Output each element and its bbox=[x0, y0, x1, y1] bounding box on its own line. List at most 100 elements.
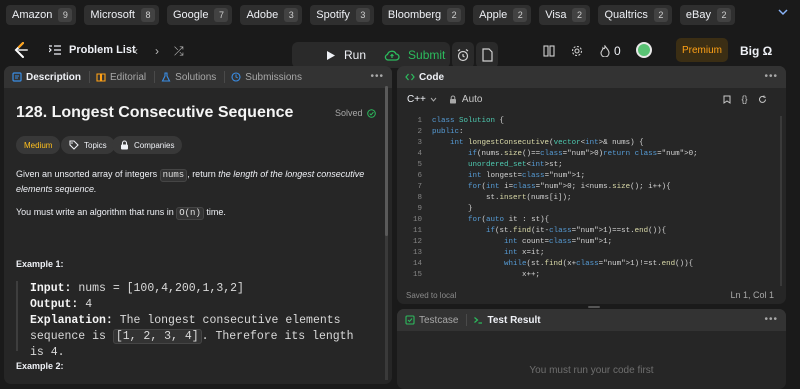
company-tag[interactable]: eBay 2 bbox=[679, 5, 735, 25]
code-line: if(nums.size()==class="num">0)return cla… bbox=[468, 150, 698, 158]
company-tag-name: Bloomberg bbox=[387, 9, 442, 21]
chevron-down-icon[interactable] bbox=[776, 5, 790, 19]
submit-button[interactable]: Submit bbox=[376, 42, 445, 68]
company-tag[interactable]: Qualtrics 2 bbox=[598, 5, 672, 25]
layout-icon[interactable] bbox=[543, 45, 555, 57]
tab-description-label: Description bbox=[26, 71, 82, 83]
description-emphasis: the length of the longest consecutive bbox=[218, 169, 365, 179]
tab-submissions[interactable]: Submissions bbox=[231, 72, 302, 83]
line-number: 11 bbox=[412, 227, 422, 235]
problem-requirement: You must write an algorithm that runs in… bbox=[16, 205, 366, 220]
company-tags-bar: Amazon 9 Microsoft 8 Google 7 Adobe 3 Spotify 3 Bl… bbox=[0, 0, 800, 30]
company-tag[interactable]: Apple 2 bbox=[473, 5, 532, 25]
company-tag[interactable]: Amazon 9 bbox=[6, 5, 77, 25]
company-tag[interactable]: Visa 2 bbox=[539, 5, 591, 25]
topics-label: Topics bbox=[84, 140, 107, 150]
company-tag-name: Visa bbox=[545, 9, 567, 21]
settings-gear-icon[interactable] bbox=[571, 45, 583, 57]
line-number: 5 bbox=[417, 161, 422, 169]
username[interactable]: Big Ω bbox=[740, 44, 772, 58]
code-line: for(auto it : st){ bbox=[468, 216, 550, 224]
prev-problem-button[interactable]: ‹ bbox=[134, 44, 138, 58]
companies-button[interactable]: Companies bbox=[112, 136, 183, 154]
autocomplete-mode[interactable]: Auto bbox=[462, 94, 483, 105]
format-braces-icon[interactable]: {} bbox=[741, 94, 747, 104]
empty-result-message: You must run your code first bbox=[529, 365, 654, 376]
scrollbar-thumb[interactable] bbox=[385, 86, 388, 236]
line-number: 3 bbox=[417, 139, 422, 147]
avatar[interactable] bbox=[636, 42, 652, 58]
code-title: Code bbox=[419, 71, 444, 83]
company-tag-count: 2 bbox=[716, 8, 731, 22]
company-tag[interactable]: Spotify 3 bbox=[310, 5, 374, 25]
bookmark-icon[interactable] bbox=[723, 95, 731, 104]
tab-test-result[interactable]: Test Result bbox=[473, 314, 541, 326]
cursor-position: Ln 1, Col 1 bbox=[730, 290, 774, 300]
line-number: 1 bbox=[417, 117, 422, 125]
problem-list-link[interactable]: Problem List bbox=[49, 44, 136, 56]
run-button[interactable]: Run bbox=[318, 42, 376, 68]
requirement-text: You must write an algorithm that runs in bbox=[16, 207, 177, 217]
reset-icon[interactable] bbox=[758, 95, 767, 104]
company-tag-count: 2 bbox=[447, 8, 462, 22]
check-circle-icon bbox=[366, 108, 376, 118]
tab-solutions[interactable]: Solutions bbox=[161, 72, 216, 83]
code-line: int longestConsecutive(vector<int>& nums… bbox=[450, 139, 644, 147]
lock-icon bbox=[121, 140, 128, 150]
code-line: int x=it; bbox=[504, 249, 545, 257]
run-label: Run bbox=[344, 48, 367, 62]
editor-status-bar: Saved to local Ln 1, Col 1 bbox=[398, 288, 784, 304]
line-number: 4 bbox=[417, 150, 422, 158]
language-select[interactable]: C++ bbox=[407, 94, 426, 105]
topics-button[interactable]: Topics bbox=[61, 136, 115, 154]
example-1-heading: Example 1: bbox=[16, 259, 64, 269]
daily-streak[interactable]: 0 bbox=[600, 44, 621, 58]
notes-button[interactable] bbox=[476, 42, 498, 68]
company-tag[interactable]: Bloomberg 2 bbox=[381, 5, 466, 25]
panel-resize-handle[interactable] bbox=[588, 306, 600, 308]
timer-button[interactable] bbox=[452, 42, 474, 68]
leetcode-logo-icon[interactable] bbox=[12, 41, 30, 59]
book-icon bbox=[96, 73, 106, 82]
terminal-icon bbox=[474, 317, 483, 324]
difficulty-badge: Medium bbox=[16, 136, 61, 154]
run-submit-group: Run Submit bbox=[292, 42, 450, 68]
requirement-text: time. bbox=[203, 207, 226, 217]
description-tabs: Description Editorial Solutions Submissi… bbox=[4, 66, 392, 88]
tab-test-result-label: Test Result bbox=[487, 314, 541, 326]
company-tag-name: Apple bbox=[479, 9, 508, 21]
company-tag[interactable]: Microsoft 8 bbox=[84, 5, 159, 25]
line-number: 14 bbox=[412, 260, 422, 268]
code-line: class Solution { bbox=[432, 117, 505, 125]
tab-submissions-label: Submissions bbox=[245, 71, 302, 83]
company-tag-name: Adobe bbox=[246, 9, 279, 21]
company-tag-count: 2 bbox=[653, 8, 668, 22]
company-tag[interactable]: Adobe 3 bbox=[240, 5, 303, 25]
explanation-text: sequence is bbox=[30, 330, 113, 343]
tab-description[interactable]: Description bbox=[12, 72, 81, 83]
output-value: 4 bbox=[78, 298, 93, 311]
company-tag-name: eBay bbox=[685, 9, 711, 21]
more-options-icon[interactable]: ••• bbox=[370, 71, 384, 82]
inline-code: [1, 2, 3, 4] bbox=[112, 329, 202, 344]
flask-icon bbox=[161, 72, 171, 82]
problem-list-label: Problem List bbox=[69, 44, 136, 56]
company-tag-name: Amazon bbox=[12, 9, 53, 21]
next-problem-button[interactable]: › bbox=[155, 44, 159, 58]
tab-editorial[interactable]: Editorial bbox=[96, 72, 146, 83]
tab-testcase[interactable]: Testcase bbox=[405, 315, 458, 326]
editor-scrollbar[interactable] bbox=[780, 116, 782, 286]
play-icon bbox=[327, 50, 335, 60]
tab-code[interactable]: Code bbox=[405, 72, 444, 83]
more-options-icon[interactable]: ••• bbox=[764, 314, 778, 325]
description-scrollbar[interactable] bbox=[385, 86, 388, 380]
line-number: 9 bbox=[417, 205, 422, 213]
shuffle-button[interactable]: ⤮ bbox=[174, 44, 184, 59]
chevron-down-icon bbox=[430, 97, 437, 102]
companies-label: Companies bbox=[134, 140, 175, 150]
company-tag[interactable]: Google 7 bbox=[166, 5, 233, 25]
more-options-icon[interactable]: ••• bbox=[764, 71, 778, 82]
description-emphasis: elements sequence. bbox=[16, 184, 97, 194]
company-tag-count: 8 bbox=[140, 8, 155, 22]
premium-button[interactable]: Premium bbox=[676, 38, 728, 62]
